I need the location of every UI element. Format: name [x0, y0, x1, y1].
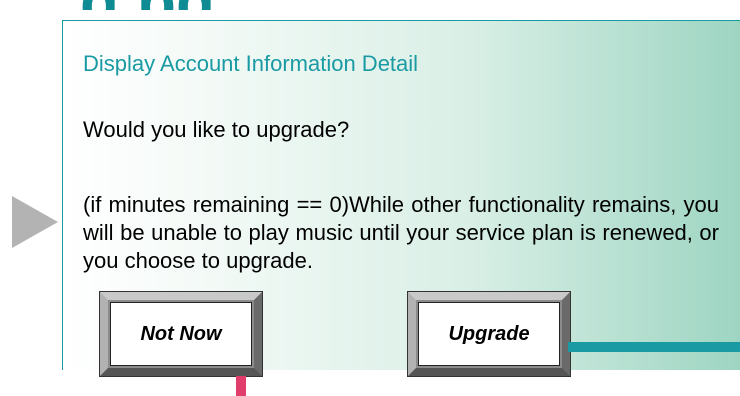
upgrade-explanation: (if minutes remaining == 0)While other f…	[83, 192, 719, 273]
upgrade-flow-connector	[568, 342, 740, 352]
header-title-fragment: g pg	[80, 0, 420, 10]
flow-arrow-icon	[12, 196, 58, 248]
not-now-flow-connector	[236, 376, 246, 396]
upgrade-question: Would you like to upgrade?	[83, 117, 350, 142]
not-now-button[interactable]: Not Now	[99, 291, 263, 377]
not-now-button-label: Not Now	[110, 302, 252, 366]
screen-title: Display Account Information Detail	[83, 51, 419, 76]
upgrade-button-label: Upgrade	[418, 302, 560, 366]
upgrade-button[interactable]: Upgrade	[407, 291, 571, 377]
